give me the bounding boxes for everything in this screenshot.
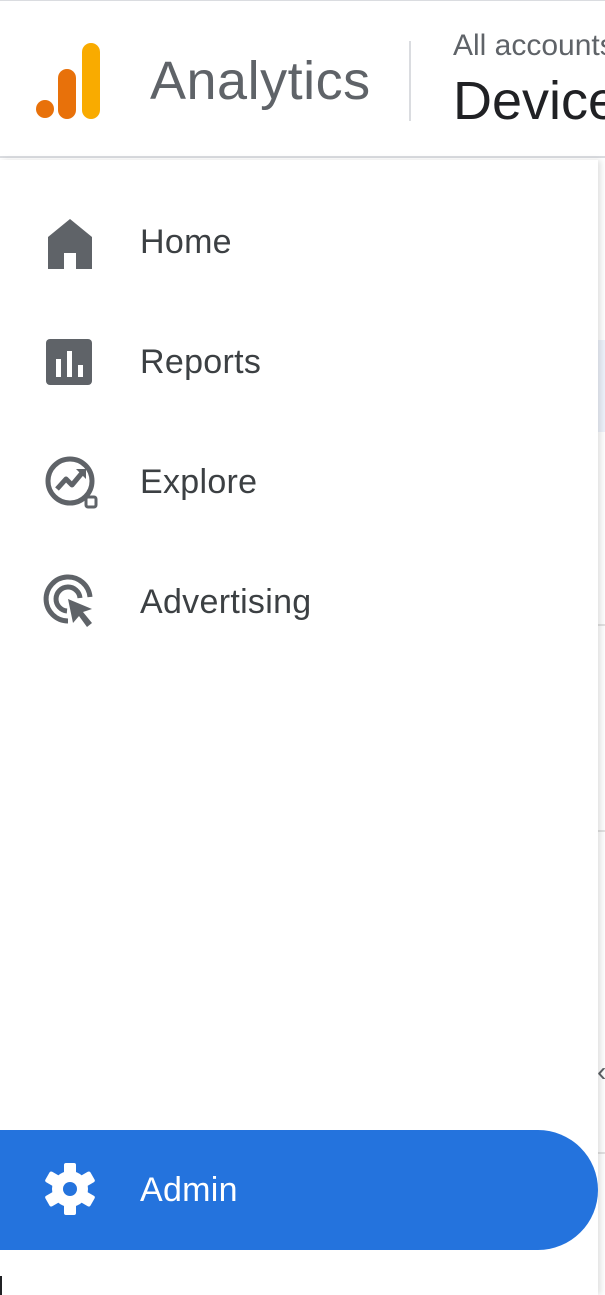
window-edge: [0, 1276, 2, 1295]
nav-drawer: Home Reports Explore Advertising Admin: [0, 160, 598, 1295]
header-divider: [409, 41, 411, 121]
app-header: Analytics All accounts Device: [0, 0, 605, 158]
nav-item-reports[interactable]: Reports: [0, 302, 598, 422]
analytics-logo-icon[interactable]: [36, 43, 102, 119]
underlying-chevron-icon: ‹: [597, 1058, 605, 1086]
nav-item-label: Explore: [140, 463, 258, 501]
underlying-divider: [598, 1152, 605, 1154]
nav-item-admin[interactable]: Admin: [0, 1130, 598, 1250]
analytics-page: Analytics All accounts Device ‹ Home: [0, 0, 605, 1295]
property-selector[interactable]: Device: [453, 69, 605, 133]
nav-item-explore[interactable]: Explore: [0, 422, 598, 542]
nav-item-label: Reports: [140, 343, 262, 381]
app-title: Analytics: [150, 51, 371, 111]
account-breadcrumb[interactable]: All accounts: [453, 27, 605, 65]
underlying-page-edge: [598, 160, 605, 1295]
advertising-icon: [40, 571, 100, 631]
nav-item-advertising[interactable]: Advertising: [0, 542, 598, 662]
gear-icon: [40, 1159, 100, 1219]
nav-item-label: Home: [140, 223, 232, 261]
underlying-highlight-band: [598, 340, 605, 432]
explore-icon: [40, 451, 100, 511]
reports-icon: [40, 331, 100, 391]
nav-item-label: Admin: [140, 1171, 238, 1209]
nav-item-home[interactable]: Home: [0, 182, 598, 302]
underlying-divider: [598, 624, 605, 626]
home-icon: [40, 211, 100, 271]
nav-item-label: Advertising: [140, 583, 312, 621]
underlying-divider: [598, 830, 605, 832]
